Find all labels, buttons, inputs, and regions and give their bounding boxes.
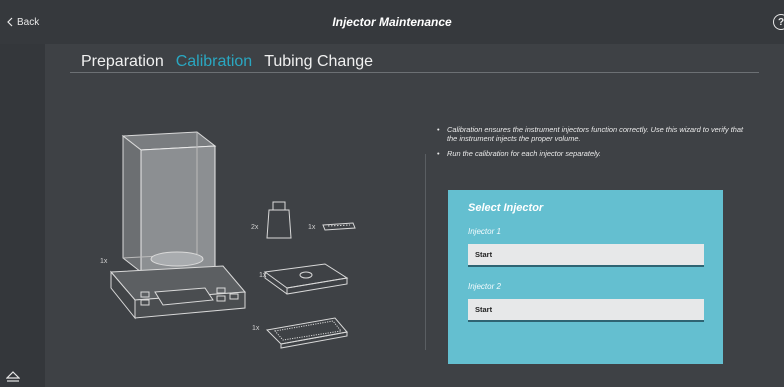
page-title: Injector Maintenance — [332, 15, 452, 29]
injector-2-label: Injector 2 — [468, 282, 501, 291]
reagent-bottle-icon — [266, 201, 292, 239]
strip-qty-label: 1x — [308, 224, 316, 231]
tab-calibration[interactable]: Calibration — [176, 53, 252, 74]
vertical-divider — [425, 154, 426, 350]
title-bar: Back Injector Maintenance ? — [0, 0, 784, 44]
equipment-illustration: 1x 2x 1x 1x 1x — [100, 131, 356, 349]
injector-1-label: Injector 1 — [468, 227, 501, 236]
strip-icon — [322, 222, 356, 231]
balance-icon — [109, 131, 247, 320]
calibration-plate-icon — [263, 263, 349, 295]
instruction-item: Run the calibration for each injector se… — [435, 150, 745, 159]
select-injector-panel: Select Injector Injector 1 Start Injecto… — [448, 190, 723, 364]
plate-qty-label: 1x — [259, 272, 267, 279]
tab-preparation[interactable]: Preparation — [81, 53, 164, 74]
instruction-item: Calibration ensures the instrument injec… — [435, 125, 745, 143]
bottle-qty-label: 2x — [251, 224, 259, 231]
injector-1-start-button[interactable]: Start — [468, 244, 704, 267]
instructions-list: Calibration ensures the instrument injec… — [435, 125, 745, 166]
microplate-icon — [265, 317, 348, 349]
tab-bar: Preparation Calibration Tubing Change — [81, 53, 373, 74]
main-content: Preparation Calibration Tubing Change 1x… — [45, 44, 784, 387]
microplate-qty-label: 1x — [252, 325, 260, 332]
tab-underline — [70, 72, 759, 73]
balance-qty-label: 1x — [100, 258, 108, 265]
left-sidebar — [0, 44, 45, 387]
question-icon: ? — [777, 16, 784, 28]
eject-icon[interactable] — [6, 371, 20, 383]
tab-tubing-change[interactable]: Tubing Change — [264, 53, 373, 74]
help-button[interactable]: ? — [773, 14, 784, 30]
injector-2-start-button[interactable]: Start — [468, 299, 704, 322]
panel-title: Select Injector — [468, 202, 544, 214]
